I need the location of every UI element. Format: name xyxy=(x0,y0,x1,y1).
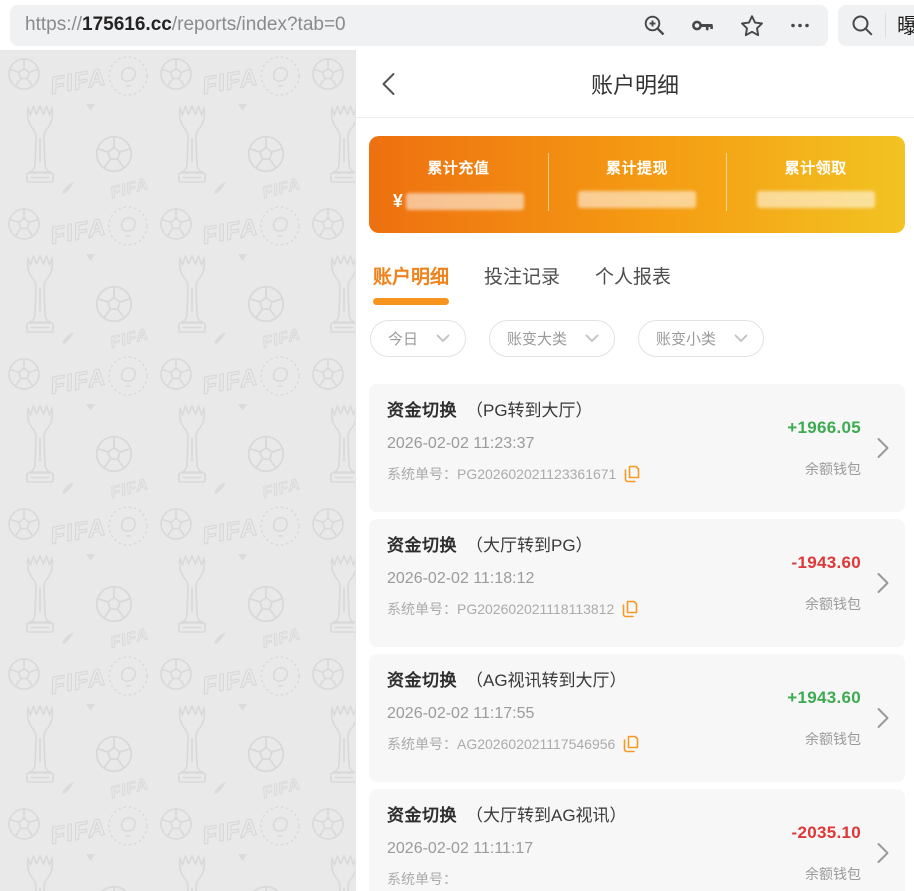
chevron-right-icon[interactable] xyxy=(877,438,889,459)
panel-header: 账户明细 xyxy=(356,50,914,118)
address-bar[interactable]: https://175616.cc/reports/index?tab=0 xyxy=(10,5,828,46)
txn-order-label: 系统单号： xyxy=(387,869,457,889)
txn-type: 资金切换 xyxy=(387,671,457,690)
address-bar-icons xyxy=(643,14,811,37)
masked-value xyxy=(757,191,875,208)
tab-label: 个人报表 xyxy=(595,267,671,288)
tab-label: 账户明细 xyxy=(373,267,449,288)
txn-type: 资金切换 xyxy=(387,806,457,825)
chevron-right-icon[interactable] xyxy=(877,708,889,729)
url-domain: 175616.cc xyxy=(82,14,172,35)
summary-label: 累计提现 xyxy=(548,157,727,178)
txn-wallet-label: 余额钱包 xyxy=(805,459,861,479)
summary-card: 累计充值 ¥ 累计提现 累计领取 xyxy=(369,136,905,233)
txn-amount: -2035.10 xyxy=(791,823,861,843)
summary-total-withdrawal: 累计提现 xyxy=(548,136,727,233)
url-scheme: https:// xyxy=(25,14,82,35)
page-content: FIFA FIFA 账户明细 xyxy=(0,50,914,891)
copy-icon[interactable] xyxy=(624,465,640,483)
summary-value xyxy=(548,191,727,208)
chevron-left-icon xyxy=(382,72,395,95)
tab-label: 投注记录 xyxy=(484,267,560,288)
txn-subtitle: （大厅转到PG） xyxy=(466,536,593,555)
copy-icon[interactable] xyxy=(623,735,639,753)
txn-type: 资金切换 xyxy=(387,401,457,420)
transaction-list: 资金切换（PG转到大厅） 2026-02-02 11:23:37 系统单号：PG… xyxy=(369,384,905,891)
key-icon[interactable] xyxy=(691,14,715,37)
transaction-row[interactable]: 资金切换（AG视讯转到大厅） 2026-02-02 11:17:55 系统单号：… xyxy=(369,654,905,782)
currency-symbol: ¥ xyxy=(393,191,403,212)
active-tab-underline xyxy=(373,298,449,305)
txn-wallet-label: 余额钱包 xyxy=(805,864,861,884)
transaction-row[interactable]: 资金切换（PG转到大厅） 2026-02-02 11:23:37 系统单号：PG… xyxy=(369,384,905,512)
chevron-down-icon xyxy=(436,334,450,343)
txn-amount: -1943.60 xyxy=(791,553,861,573)
url-path: /reports/index?tab=0 xyxy=(172,14,346,35)
search-icon xyxy=(851,14,874,37)
txn-type: 资金切换 xyxy=(387,536,457,555)
filter-label: 账变小类 xyxy=(656,328,716,349)
summary-label: 累计充值 xyxy=(369,157,548,178)
filter-change-major-category[interactable]: 账变大类 xyxy=(489,320,615,357)
account-detail-panel: 账户明细 累计充值 ¥ 累计提现 累计领取 xyxy=(355,50,914,891)
summary-total-claimed: 累计领取 xyxy=(726,136,905,233)
txn-subtitle: （PG转到大厅） xyxy=(466,401,593,420)
tab-bet-records[interactable]: 投注记录 xyxy=(484,262,560,305)
txn-order-number: PG202602021118113812 xyxy=(457,601,614,617)
txn-wallet-label: 余额钱包 xyxy=(805,594,861,614)
txn-wallet-label: 余额钱包 xyxy=(805,729,861,749)
summary-total-deposit: 累计充值 ¥ xyxy=(369,136,548,233)
chevron-right-icon[interactable] xyxy=(877,573,889,594)
txn-amount: +1943.60 xyxy=(787,688,861,708)
transaction-row[interactable]: 资金切换（大厅转到PG） 2026-02-02 11:18:12 系统单号：PG… xyxy=(369,519,905,647)
txn-order-label: 系统单号： xyxy=(387,734,457,754)
star-icon[interactable] xyxy=(740,14,764,37)
chevron-right-icon[interactable] xyxy=(877,843,889,864)
txn-order-number: AG202602021117546956 xyxy=(457,736,615,752)
tab-bar: 账户明细 投注记录 个人报表 xyxy=(373,262,905,305)
copy-icon[interactable] xyxy=(622,600,638,618)
tab-personal-report[interactable]: 个人报表 xyxy=(595,262,671,305)
masked-value xyxy=(406,193,524,210)
txn-subtitle: （大厅转到AG视讯） xyxy=(466,806,627,825)
txn-order-number: PG202602021123361671 xyxy=(457,466,616,482)
zoom-in-icon[interactable] xyxy=(643,14,666,37)
filter-bar: 今日 账变大类 账变小类 xyxy=(370,320,905,357)
filter-label: 账变大类 xyxy=(507,328,567,349)
search-divider xyxy=(885,13,886,37)
watermark-background: FIFA FIFA xyxy=(0,50,355,891)
url-text: https://175616.cc/reports/index?tab=0 xyxy=(25,14,643,36)
page-title: 账户明细 xyxy=(591,68,679,100)
masked-value xyxy=(578,191,696,208)
filter-label: 今日 xyxy=(388,328,418,349)
transaction-row[interactable]: 资金切换（大厅转到AG视讯） 2026-02-02 11:11:17 系统单号：… xyxy=(369,789,905,891)
chevron-down-icon xyxy=(734,334,748,343)
summary-value xyxy=(726,191,905,208)
txn-subtitle: （AG视讯转到大厅） xyxy=(466,671,627,690)
tab-account-details[interactable]: 账户明细 xyxy=(373,262,449,305)
txn-order-label: 系统单号： xyxy=(387,599,457,619)
summary-value: ¥ xyxy=(369,191,548,212)
txn-amount: +1966.05 xyxy=(787,418,861,438)
search-query-text: 曝 xyxy=(897,10,914,40)
summary-label: 累计领取 xyxy=(726,157,905,178)
chevron-down-icon xyxy=(585,334,599,343)
back-button[interactable] xyxy=(382,72,395,95)
more-icon[interactable] xyxy=(789,14,811,37)
browser-search-box[interactable]: 曝 xyxy=(838,5,914,46)
browser-toolbar: https://175616.cc/reports/index?tab=0 xyxy=(0,0,914,50)
filter-date-range[interactable]: 今日 xyxy=(370,320,466,357)
txn-order-label: 系统单号： xyxy=(387,464,457,484)
filter-change-minor-category[interactable]: 账变小类 xyxy=(638,320,764,357)
